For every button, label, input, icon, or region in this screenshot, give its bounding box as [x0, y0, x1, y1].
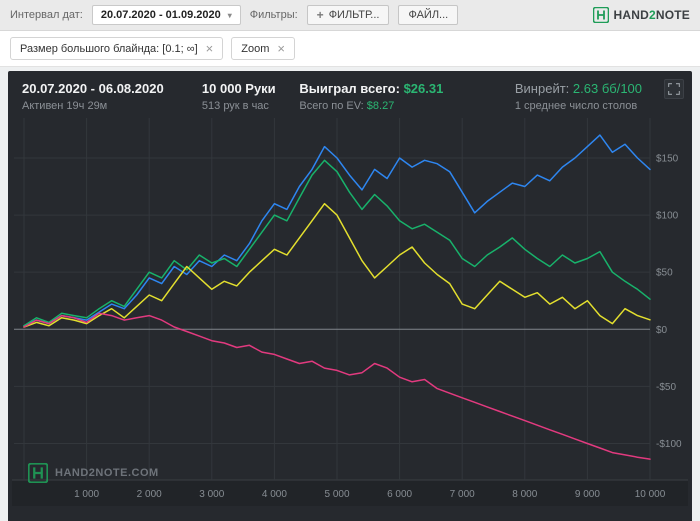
plus-icon: +	[316, 8, 324, 22]
x-tick-label: 4 000	[262, 489, 287, 500]
file-button[interactable]: ФАЙЛ...	[398, 5, 459, 25]
chart-area: 1 000 2 000 3 000 4 000 5 000 6 000 7 000 8 000…	[8, 116, 692, 521]
file-button-label: ФАЙЛ...	[408, 9, 449, 21]
date-range-dropdown[interactable]: 20.07.2020 - 01.09.2020 ▾	[91, 5, 241, 25]
date-range-value: 20.07.2020 - 01.09.2020	[100, 9, 221, 21]
y-tick-label: $0	[656, 325, 668, 336]
filter-chip-label: Размер большого блайнда: [0.1; ∞]	[20, 42, 198, 55]
y-tick-label: $100	[656, 211, 679, 222]
add-filter-button[interactable]: + ФИЛЬТР...	[306, 5, 390, 25]
active-filters-row: Размер большого блайнда: [0.1; ∞] × Zoom…	[0, 31, 700, 67]
x-tick-label: 7 000	[450, 489, 475, 500]
filter-chip-zoom[interactable]: Zoom ×	[231, 37, 295, 60]
top-toolbar: Интервал дат: 20.07.2020 - 01.09.2020 ▾ …	[0, 0, 700, 31]
x-tick-label: 8 000	[512, 489, 537, 500]
caret-down-icon: ▾	[227, 10, 232, 20]
y-tick-label: -$50	[656, 382, 676, 393]
stats-hands-per-hour: 513 рук в час	[201, 100, 269, 112]
add-filter-label: ФИЛЬТР...	[328, 9, 380, 21]
close-icon[interactable]: ×	[206, 42, 214, 55]
x-tick-label: 5 000	[324, 489, 349, 500]
brand-logo: HAND2NOTE	[592, 7, 690, 23]
x-tick-label: 9 000	[575, 489, 600, 500]
x-tick-label: 3 000	[199, 489, 224, 500]
stats-ev-value: $8.27	[366, 100, 395, 112]
report-panel: 20.07.2020 - 06.08.2020 Активен 19ч 29м …	[8, 71, 692, 521]
stats-won-total: Выиграл всего: $26.31	[299, 81, 444, 96]
winnings-chart[interactable]: 1 000 2 000 3 000 4 000 5 000 6 000 7 000 8 000…	[12, 118, 688, 506]
close-icon[interactable]: ×	[277, 42, 285, 55]
hand2note-watermark-icon	[28, 463, 48, 483]
stats-active-time: Активен 19ч 29м	[22, 100, 108, 112]
x-tick-label: 6 000	[387, 489, 412, 500]
filter-chip-bigblind[interactable]: Размер большого блайнда: [0.1; ∞] ×	[10, 37, 224, 60]
stats-winrate: Винрейт: 2.63 бб/100	[514, 81, 643, 96]
filter-chip-label: Zoom	[241, 42, 270, 55]
stats-won-value: $26.31	[403, 81, 444, 96]
stats-ev-total: Всего по EV: $8.27	[299, 100, 395, 112]
stats-header: 20.07.2020 - 06.08.2020 Активен 19ч 29м …	[8, 71, 692, 116]
stats-winrate-value: 2.63 бб/100	[572, 81, 643, 96]
y-tick-label: $50	[656, 268, 673, 279]
brand-name: HAND2NOTE	[613, 8, 690, 22]
hand2note-logo-icon	[592, 7, 609, 23]
stats-date-range: 20.07.2020 - 06.08.2020	[22, 81, 164, 96]
date-interval-label: Интервал дат:	[10, 9, 83, 21]
y-tick-label: $150	[656, 153, 679, 164]
fullscreen-button[interactable]	[664, 79, 684, 99]
filters-label: Фильтры:	[249, 9, 298, 21]
watermark: HAND2NOTE.COM	[28, 463, 159, 483]
x-tick-label: 10 000	[635, 489, 666, 500]
expand-icon	[668, 83, 680, 95]
x-tick-label: 2 000	[137, 489, 162, 500]
x-tick-label: 1 000	[74, 489, 99, 500]
watermark-text: HAND2NOTE.COM	[55, 467, 159, 479]
y-tick-label: -$100	[656, 439, 682, 450]
stats-avg-tables: 1 среднее число столов	[514, 100, 638, 112]
stats-hands-count: 10 000 Руки	[201, 81, 276, 96]
